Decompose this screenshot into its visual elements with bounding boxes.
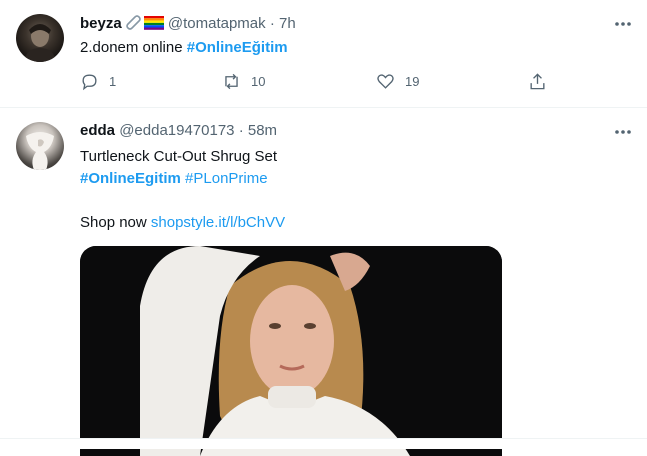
like-icon [377, 74, 394, 89]
tweet-actions: 1 10 19 [80, 72, 560, 98]
tweet-line-1: Turtleneck Cut-Out Shrug Set [80, 148, 278, 165]
avatar[interactable] [16, 14, 64, 62]
share-icon [530, 73, 545, 90]
tweet[interactable]: edda @edda19470173 · 58m Turtleneck Cut-… [0, 108, 647, 456]
hashtag-link[interactable]: #OnlineEgitim [80, 170, 181, 187]
rainbow-flag-icon [143, 15, 164, 37]
timeline-divider [0, 438, 647, 449]
retweet-button[interactable]: 10 [222, 72, 265, 91]
reply-icon [82, 74, 97, 91]
display-name[interactable]: beyza [80, 15, 122, 32]
retweet-count: 10 [251, 74, 266, 89]
more-icon[interactable] [611, 14, 635, 34]
avatar[interactable] [16, 122, 64, 170]
tweet-media-image[interactable] [80, 246, 502, 456]
tweet-header: edda @edda19470173 · 58m [80, 121, 277, 141]
tweet[interactable]: beyza @tomatapmak · 7h 2.donem online #O… [0, 0, 647, 108]
shop-link[interactable]: shopstyle.it/l/bChVV [151, 214, 285, 231]
tweet-shop-line: Shop now shopstyle.it/l/bChVV [80, 212, 285, 233]
reply-count: 1 [109, 74, 117, 89]
shop-label: Shop now [80, 214, 147, 231]
handle[interactable]: @tomatapmak [168, 15, 266, 32]
share-button[interactable] [528, 72, 547, 91]
display-name[interactable]: edda [80, 122, 115, 139]
tweet-hashtags: #OnlineEgitim #PLonPrime [80, 168, 268, 189]
hashtag-link[interactable]: #OnlineEğitim [187, 39, 288, 56]
timestamp[interactable]: · 7h [270, 15, 296, 32]
more-icon[interactable] [611, 122, 635, 142]
tweet-body: 2.donem online [80, 39, 183, 56]
hashtag-link[interactable]: #PLonPrime [185, 170, 268, 187]
tweet-text: 2.donem online #OnlineEğitim [80, 37, 288, 58]
like-button[interactable]: 19 [376, 72, 419, 91]
tweet-header: beyza @tomatapmak · 7h [80, 13, 296, 37]
product-photo [80, 246, 502, 456]
paperclip-icon [124, 13, 142, 37]
reply-button[interactable]: 1 [80, 72, 116, 91]
handle[interactable]: @edda19470173 [119, 122, 234, 139]
timestamp[interactable]: · 58m [239, 122, 277, 139]
retweet-icon [225, 73, 238, 90]
like-count: 19 [405, 74, 420, 89]
